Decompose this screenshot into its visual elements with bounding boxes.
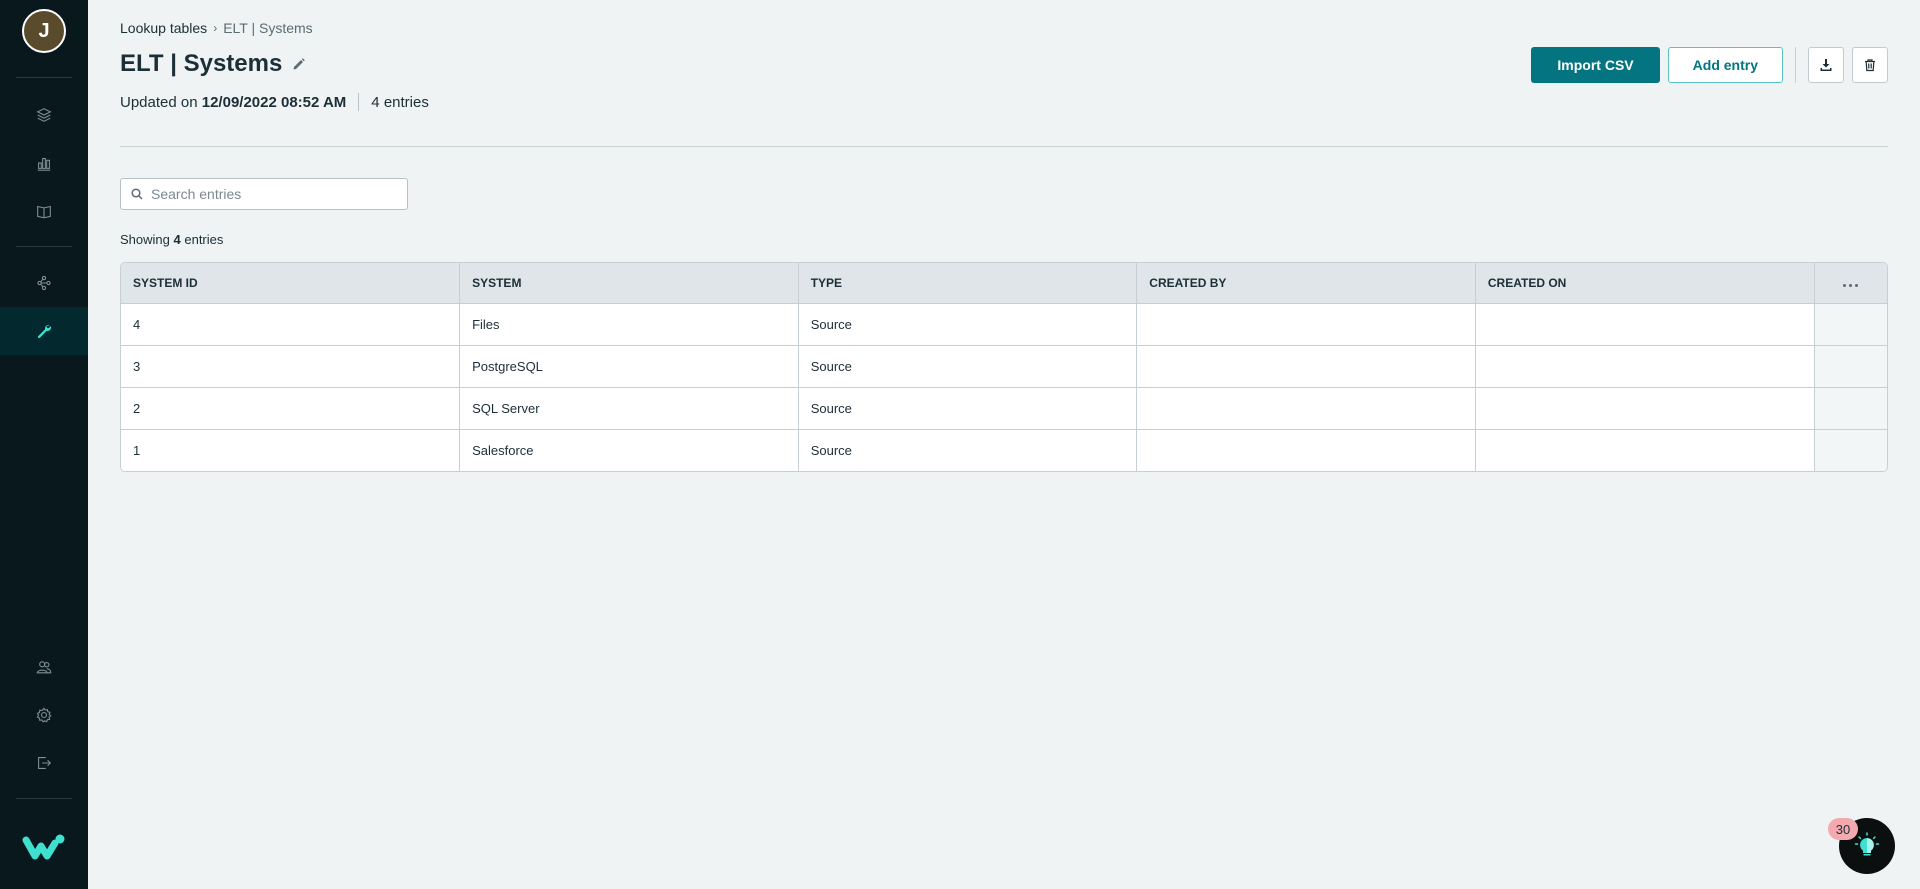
cell-type: Source <box>798 387 1138 430</box>
sidebar-item-logout[interactable] <box>0 739 88 787</box>
layers-icon <box>36 108 52 122</box>
table-header-row: SYSTEM ID SYSTEM TYPE CREATED BY CREATED… <box>121 263 1887 304</box>
showing-number: 4 <box>173 232 181 247</box>
showing-suffix: entries <box>184 232 224 247</box>
sidebar-item-tools[interactable] <box>0 307 88 355</box>
cell-type: Source <box>798 303 1138 346</box>
cell-type: Source <box>798 429 1138 471</box>
sidebar-item-settings[interactable] <box>0 691 88 739</box>
download-button[interactable] <box>1808 47 1844 83</box>
updated-label: Updated on <box>120 93 198 111</box>
row-actions-cell[interactable] <box>1814 345 1887 388</box>
cell-system-id: 4 <box>121 303 461 346</box>
users-icon <box>36 661 52 674</box>
search-box[interactable] <box>120 178 408 210</box>
row-actions-cell[interactable] <box>1814 387 1887 430</box>
title-row: ELT | Systems <box>120 50 306 78</box>
column-header-created-by[interactable]: CREATED BY <box>1136 263 1476 304</box>
cell-created-on <box>1475 303 1815 346</box>
more-horizontal-icon <box>1843 283 1859 287</box>
sidebar-item-layers[interactable] <box>0 91 88 139</box>
sidebar: J <box>0 0 88 889</box>
cell-system-id: 3 <box>121 345 461 388</box>
entries-label: entries <box>383 93 429 111</box>
column-header-system-id[interactable]: SYSTEM ID <box>121 263 461 304</box>
table-row[interactable]: 4 Files Source <box>121 303 1887 346</box>
table-row[interactable]: 3 PostgreSQL Source <box>121 345 1887 388</box>
row-actions-cell[interactable] <box>1814 303 1887 346</box>
table-meta: Updated on 12/09/2022 08:52 AM 4 entries <box>120 93 429 111</box>
import-csv-button[interactable]: Import CSV <box>1531 47 1660 83</box>
sidebar-divider <box>16 77 72 78</box>
column-header-system[interactable]: SYSTEM <box>459 263 799 304</box>
cell-system-id: 2 <box>121 387 461 430</box>
cell-created-by <box>1136 303 1476 346</box>
cell-created-on <box>1475 387 1815 430</box>
header-actions: Import CSV Add entry <box>1531 47 1888 83</box>
meta-divider <box>358 93 360 111</box>
breadcrumb-current: ELT | Systems <box>223 20 313 36</box>
wrench-icon <box>37 324 52 339</box>
notification-badge: 30 <box>1828 818 1858 840</box>
cell-created-by <box>1136 387 1476 430</box>
sidebar-divider <box>16 246 72 247</box>
showing-count: Showing 4 entries <box>120 232 223 247</box>
cell-created-by <box>1136 345 1476 388</box>
cell-system-id: 1 <box>121 429 461 471</box>
sidebar-item-analytics[interactable] <box>0 139 88 187</box>
cell-system: Salesforce <box>459 429 799 471</box>
pencil-icon[interactable] <box>292 57 306 71</box>
delete-button[interactable] <box>1852 47 1888 83</box>
column-header-type[interactable]: TYPE <box>798 263 1138 304</box>
share-nodes-icon <box>37 275 51 291</box>
cell-system: SQL Server <box>459 387 799 430</box>
sidebar-item-connections[interactable] <box>0 259 88 307</box>
breadcrumb: Lookup tables › ELT | Systems <box>120 20 313 36</box>
breadcrumb-lookup-tables[interactable]: Lookup tables <box>120 20 207 36</box>
cell-created-by <box>1136 429 1476 471</box>
sidebar-divider <box>16 798 72 799</box>
search-input[interactable] <box>151 186 391 202</box>
lightbulb-icon <box>1854 832 1880 856</box>
search-icon <box>131 188 143 200</box>
bar-chart-icon <box>37 157 51 171</box>
add-entry-button[interactable]: Add entry <box>1667 47 1783 83</box>
entries-table: SYSTEM ID SYSTEM TYPE CREATED BY CREATED… <box>120 262 1888 472</box>
entries-count: 4 <box>371 93 380 111</box>
column-header-created-on[interactable]: CREATED ON <box>1475 263 1815 304</box>
column-options-button[interactable] <box>1814 263 1887 304</box>
logout-icon <box>38 757 52 769</box>
brand-logo[interactable] <box>22 832 66 862</box>
sidebar-item-docs[interactable] <box>0 187 88 235</box>
sidebar-item-users[interactable] <box>0 643 88 691</box>
actions-divider <box>1795 47 1796 83</box>
updated-timestamp: 12/09/2022 08:52 AM <box>201 93 347 111</box>
table-row[interactable]: 2 SQL Server Source <box>121 387 1887 430</box>
cell-created-on <box>1475 345 1815 388</box>
cell-system: Files <box>459 303 799 346</box>
page-title: ELT | Systems <box>120 50 283 77</box>
chevron-right-icon: › <box>213 21 218 35</box>
showing-prefix: Showing <box>120 232 170 247</box>
avatar[interactable]: J <box>22 9 66 53</box>
header-divider <box>120 146 1888 147</box>
gear-icon <box>36 707 52 723</box>
row-actions-cell[interactable] <box>1814 429 1887 471</box>
cell-created-on <box>1475 429 1815 471</box>
trash-icon <box>1865 59 1875 72</box>
table-row[interactable]: 1 Salesforce Source <box>121 429 1887 471</box>
download-icon <box>1820 59 1832 71</box>
cell-system: PostgreSQL <box>459 345 799 388</box>
book-icon <box>37 205 51 219</box>
cell-type: Source <box>798 345 1138 388</box>
